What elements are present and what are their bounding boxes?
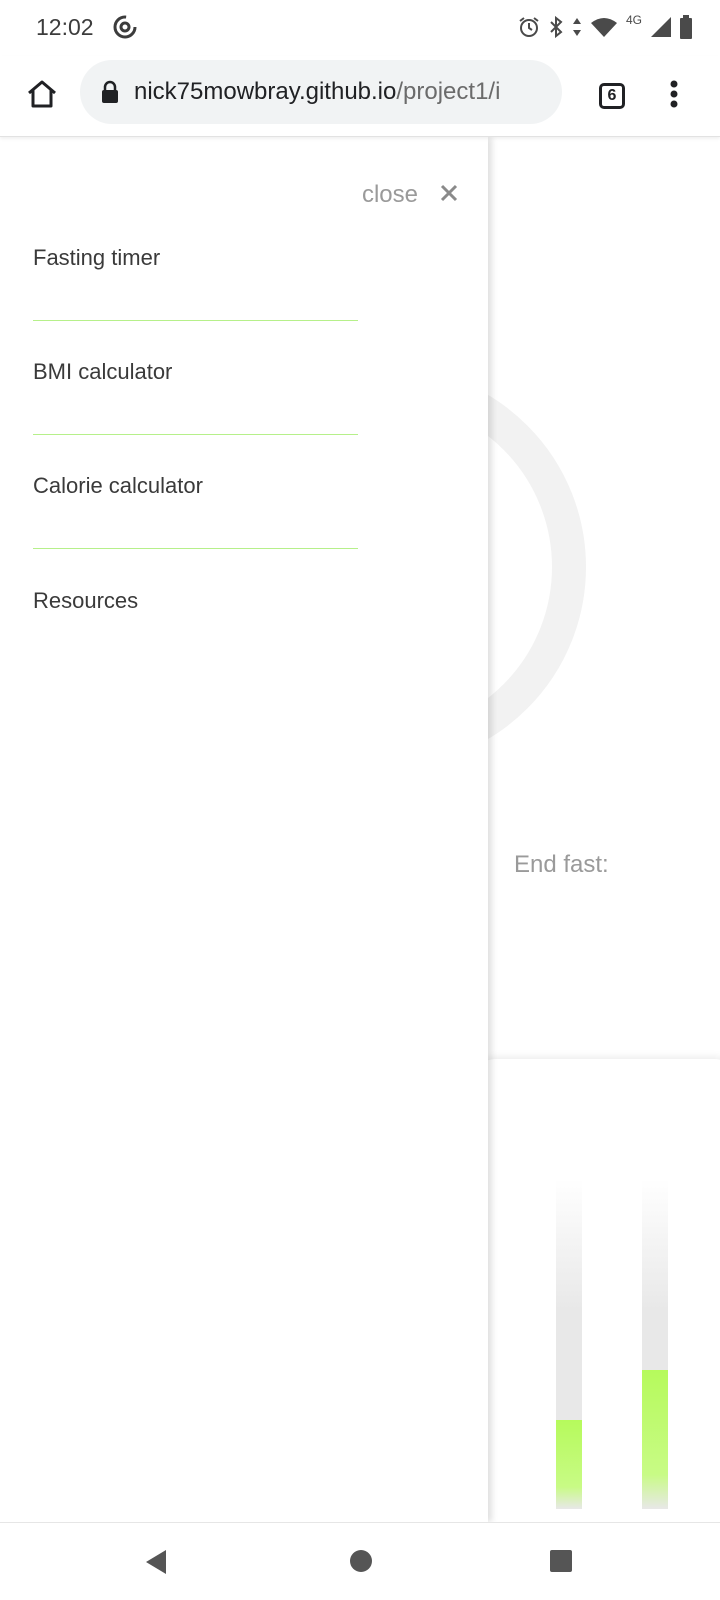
status-icons: 4G — [518, 12, 692, 42]
home-circle-icon[interactable] — [349, 1549, 373, 1578]
cellular-signal-icon — [650, 16, 672, 38]
address-bar[interactable]: nick75mowbray.github.io/project1/i — [80, 60, 562, 124]
nav-divider — [33, 320, 358, 321]
close-icon — [440, 184, 458, 207]
close-label: close — [361, 181, 418, 208]
battery-icon — [680, 15, 692, 39]
browser-toolbar: nick75mowbray.github.io/project1/i 6 — [0, 56, 720, 137]
progress-card — [462, 1059, 720, 1522]
nav-item-resources[interactable]: Resources — [33, 588, 358, 614]
url-text: nick75mowbray.github.io/project1/i — [134, 78, 554, 106]
recents-icon[interactable] — [549, 1549, 573, 1578]
side-drawer: close Fasting timer BMI calculator Calor… — [0, 137, 488, 1522]
tab-count: 6 — [599, 83, 625, 109]
progress-bar — [642, 1179, 668, 1509]
more-vert-icon — [670, 80, 678, 113]
home-button[interactable] — [20, 74, 64, 118]
alarm-icon — [518, 16, 540, 38]
progress-bar-fill — [556, 1419, 582, 1509]
nav-item-calorie-calculator[interactable]: Calorie calculator — [33, 473, 358, 499]
browser-menu-button[interactable] — [652, 74, 696, 118]
nav-divider — [33, 434, 358, 435]
network-type-label: 4G — [625, 13, 642, 27]
app-notification-icon — [112, 14, 138, 40]
bluetooth-icon — [548, 15, 564, 39]
status-bar: 12:02 4G — [0, 0, 720, 56]
close-button[interactable]: close — [362, 181, 458, 209]
nav-divider — [33, 548, 358, 549]
data-arrows-icon — [572, 16, 582, 38]
url-path: /project1/i — [396, 78, 501, 105]
wifi-icon — [590, 16, 618, 38]
progress-bar-fill — [642, 1370, 668, 1509]
url-host: nick75mowbray.github.io — [134, 78, 397, 105]
progress-bar — [556, 1179, 582, 1509]
back-icon[interactable] — [144, 1549, 168, 1580]
status-time: 12:02 — [36, 14, 94, 40]
android-nav-bar — [0, 1522, 720, 1600]
screen: 12:02 4G nick75mowbray.github.io/project… — [0, 0, 720, 1600]
lock-icon — [100, 80, 120, 104]
end-fast-label: End fast: — [514, 851, 609, 878]
nav-item-bmi-calculator[interactable]: BMI calculator — [33, 359, 358, 385]
nav-item-fasting-timer[interactable]: Fasting timer — [33, 245, 358, 271]
tab-switcher-button[interactable]: 6 — [590, 74, 634, 118]
home-icon — [26, 79, 58, 114]
